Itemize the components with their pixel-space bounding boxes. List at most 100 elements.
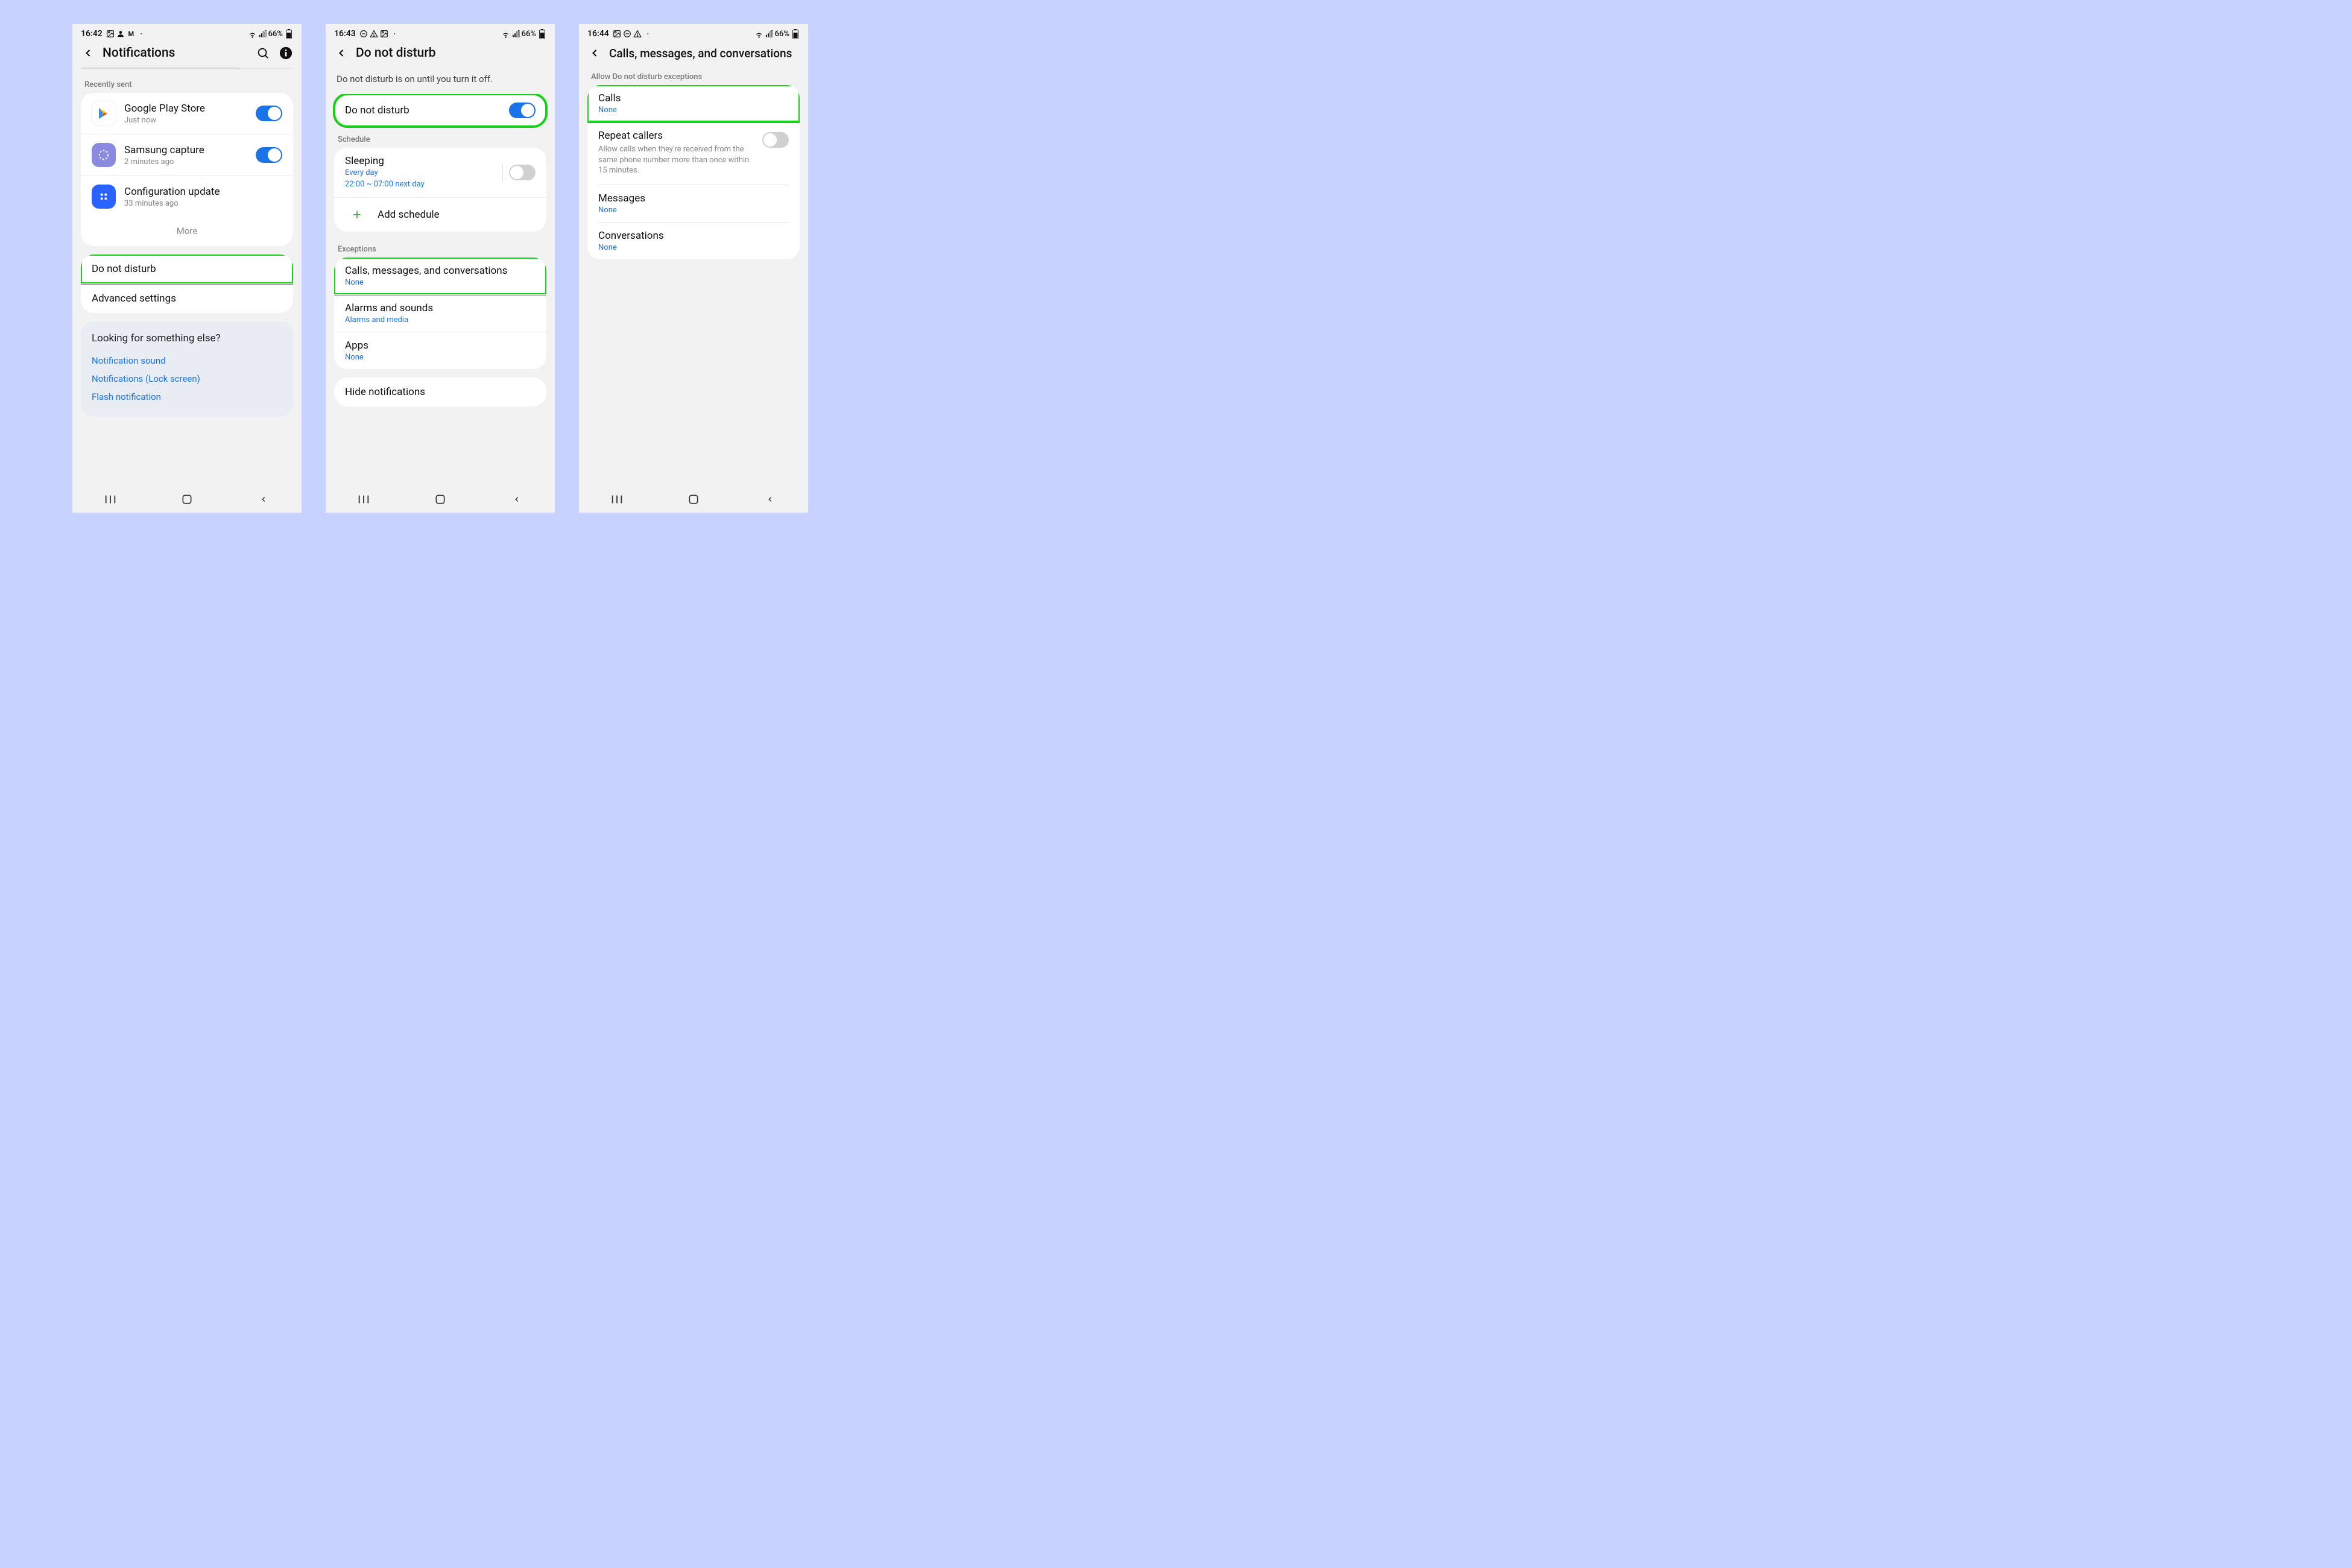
hide-notifications-row[interactable]: Hide notifications [334, 378, 546, 406]
app-name: Configuration update [124, 186, 282, 198]
do-not-disturb-row[interactable]: Do not disturb [81, 254, 293, 283]
dnd-toggle-card: Do not disturb [334, 94, 546, 127]
dnd-toggle[interactable] [509, 103, 536, 118]
dnd-status-text: Do not disturb is on until you turn it o… [326, 68, 555, 94]
page-title: Calls, messages, and conversations [609, 46, 800, 60]
home-button[interactable] [431, 493, 449, 505]
row-sub: None [598, 243, 789, 252]
nav-back-button[interactable] [254, 493, 273, 505]
row-label: Repeat callers [598, 130, 755, 142]
row-label: Messages [598, 192, 789, 204]
recents-button[interactable] [355, 493, 373, 505]
link-notifications-lock[interactable]: Notifications (Lock screen) [92, 370, 282, 388]
messages-row[interactable]: Messages None [587, 185, 800, 222]
clock: 16:42 [81, 29, 103, 39]
warning-icon [370, 30, 379, 39]
nav-back-button[interactable] [508, 493, 526, 505]
signal-icon [765, 30, 774, 39]
status-bar: 16:42 M • 66% [72, 24, 302, 41]
row-label: Add schedule [378, 209, 536, 221]
repeat-toggle[interactable] [762, 132, 789, 148]
app-time: 33 minutes ago [124, 199, 282, 208]
app-row-samsung-capture[interactable]: Samsung capture 2 minutes ago [81, 134, 293, 175]
sleeping-row[interactable]: Sleeping Every day 22:00 ~ 07:00 next da… [334, 148, 546, 197]
row-sub: Alarms and media [345, 315, 536, 324]
home-button[interactable] [684, 493, 703, 505]
more-button[interactable]: More [81, 217, 293, 246]
row-desc: Allow calls when they're received from t… [598, 144, 755, 176]
battery-icon [791, 30, 800, 39]
calls-row[interactable]: Calls None [587, 85, 800, 122]
row-label: Sleeping [345, 155, 496, 167]
add-schedule-row[interactable]: + Add schedule [334, 197, 546, 232]
battery-icon [537, 30, 546, 39]
recent-apps-card: Google Play Store Just now Samsung captu… [81, 93, 293, 246]
samsung-capture-icon [92, 143, 116, 167]
row-sub: None [345, 353, 536, 362]
link-notification-sound[interactable]: Notification sound [92, 352, 282, 370]
clock: 16:43 [334, 29, 356, 39]
screen-do-not-disturb: 16:43 • 66% Do not disturb Do not distur… [326, 24, 555, 513]
allow-label: Allow Do not disturb exceptions [587, 68, 800, 85]
dnd-toggle-row[interactable]: Do not disturb [334, 94, 546, 127]
app-row-config-update[interactable]: Configuration update 33 minutes ago [81, 175, 293, 217]
apps-row[interactable]: Apps None [334, 332, 546, 369]
app-time: 2 minutes ago [124, 157, 247, 166]
image-icon [106, 30, 115, 39]
more-dot-icon: • [137, 30, 146, 39]
hide-card: Hide notifications [334, 378, 546, 406]
dnd-status-icon [359, 30, 368, 39]
wifi-icon [501, 30, 510, 39]
row-label: Hide notifications [345, 386, 536, 398]
signal-icon [258, 30, 267, 39]
exceptions-card: Calls None Repeat callers Allow calls wh… [587, 85, 800, 259]
schedule-label: Schedule [334, 130, 546, 148]
back-button[interactable] [587, 46, 602, 60]
back-button[interactable] [334, 46, 349, 60]
status-bar: 16:43 • 66% [326, 24, 555, 41]
row-sub: None [345, 278, 536, 287]
play-store-icon [92, 101, 116, 125]
app-row-play-store[interactable]: Google Play Store Just now [81, 93, 293, 134]
looking-heading: Looking for something else? [92, 332, 282, 344]
row-label: Advanced settings [92, 292, 282, 305]
app-toggle[interactable] [256, 147, 282, 163]
app-toggle[interactable] [256, 106, 282, 121]
calls-messages-row[interactable]: Calls, messages, and conversations None [334, 258, 546, 294]
image-icon [613, 30, 622, 39]
title-bar: Do not disturb [326, 41, 555, 68]
recents-button[interactable] [101, 493, 119, 505]
home-button[interactable] [178, 493, 196, 505]
advanced-settings-row[interactable]: Advanced settings [81, 283, 293, 313]
back-button[interactable] [81, 46, 95, 60]
search-button[interactable] [256, 46, 270, 60]
more-dot-icon: • [643, 30, 653, 39]
plus-icon: + [345, 206, 369, 223]
row-sub: None [598, 106, 789, 115]
screen-calls-messages: 16:44 • 66% Calls, messages, and convers… [579, 24, 808, 513]
sleeping-toggle[interactable] [509, 165, 536, 180]
exceptions-card: Calls, messages, and conversations None … [334, 258, 546, 369]
schedule-card: Sleeping Every day 22:00 ~ 07:00 next da… [334, 148, 546, 232]
status-bar: 16:44 • 66% [579, 24, 808, 41]
row-label: Do not disturb [345, 104, 501, 116]
info-button[interactable] [279, 46, 293, 60]
looking-for-box: Looking for something else? Notification… [81, 321, 293, 417]
row-label: Alarms and sounds [345, 302, 536, 314]
row-label: Apps [345, 340, 536, 352]
warning-icon [633, 30, 642, 39]
wifi-icon [248, 30, 257, 39]
conversations-row[interactable]: Conversations None [587, 223, 800, 259]
alarms-sounds-row[interactable]: Alarms and sounds Alarms and media [334, 294, 546, 332]
recents-button[interactable] [608, 493, 626, 505]
link-flash-notification[interactable]: Flash notification [92, 388, 282, 406]
dnd-status-icon [623, 30, 632, 39]
repeat-callers-row[interactable]: Repeat callers Allow calls when they're … [587, 122, 800, 185]
row-label: Calls, messages, and conversations [345, 265, 536, 277]
page-title: Do not disturb [356, 46, 546, 60]
recently-sent-label: Recently sent [81, 75, 293, 93]
nav-bar [579, 485, 808, 513]
app-name: Google Play Store [124, 103, 247, 115]
nav-back-button[interactable] [761, 493, 779, 505]
sleeping-sub2: 22:00 ~ 07:00 next day [345, 180, 496, 190]
